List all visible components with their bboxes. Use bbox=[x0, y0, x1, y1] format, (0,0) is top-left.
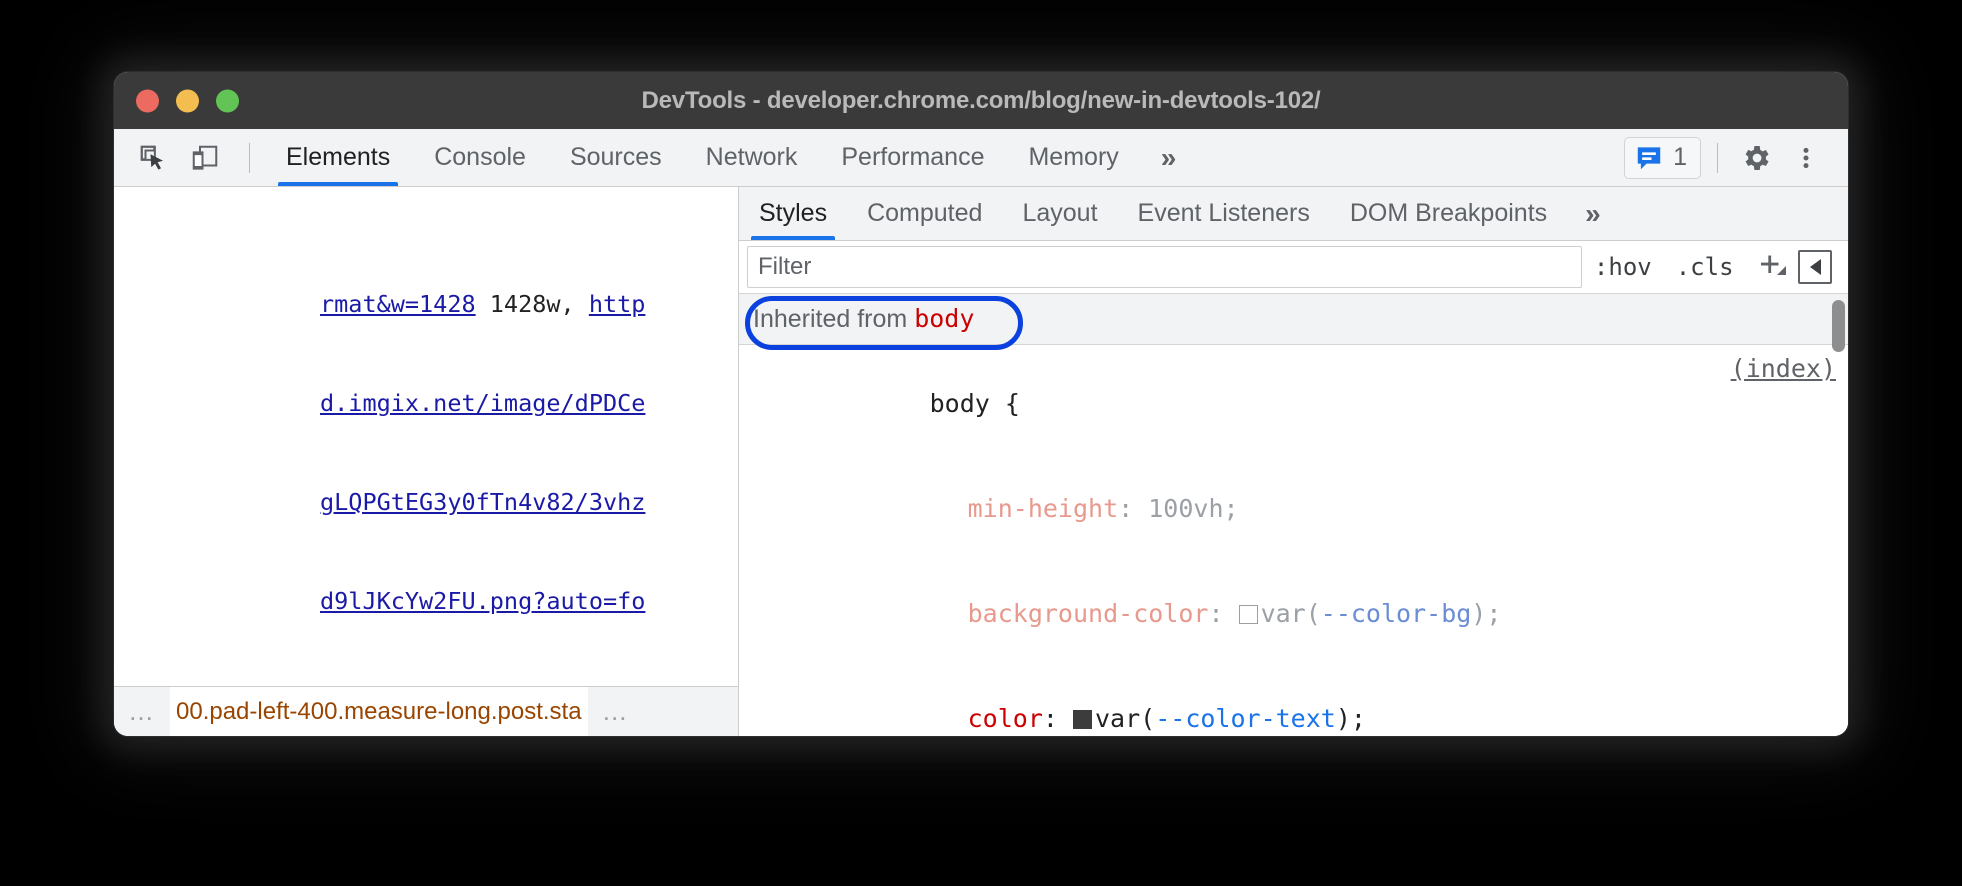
tab-computed[interactable]: Computed bbox=[847, 187, 1002, 240]
tab-styles[interactable]: Styles bbox=[739, 187, 847, 240]
tab-sources[interactable]: Sources bbox=[548, 129, 684, 186]
css-property-name[interactable]: min-height bbox=[968, 494, 1119, 523]
styles-filter-bar: :hov .cls + bbox=[739, 241, 1848, 294]
css-declaration-min-height[interactable]: min-height: 100vh; bbox=[739, 456, 1848, 561]
styles-filter-input[interactable] bbox=[747, 246, 1582, 288]
dom-tree[interactable]: rmat&w=1428 1428w, http d.imgix.net/imag… bbox=[114, 187, 738, 686]
tab-layout[interactable]: Layout bbox=[1002, 187, 1117, 240]
dom-text: http bbox=[589, 288, 646, 321]
minimize-window-button[interactable] bbox=[176, 89, 199, 112]
device-toolbar-icon[interactable] bbox=[183, 136, 227, 180]
styles-sidebar-pane: Styles Computed Layout Event Listeners D… bbox=[738, 187, 1848, 736]
tab-styles-label: Styles bbox=[759, 199, 827, 228]
traffic-lights bbox=[136, 89, 239, 112]
tab-console[interactable]: Console bbox=[412, 129, 548, 186]
styles-scrollbar[interactable] bbox=[1832, 300, 1845, 352]
dom-text: rmat&w=1428 bbox=[320, 288, 476, 321]
tab-network-label: Network bbox=[706, 143, 798, 172]
dom-text: gLQPGtEG3y0fTn4v82/3vhz bbox=[320, 486, 645, 519]
tab-console-label: Console bbox=[434, 143, 526, 172]
dock-to-side-icon[interactable] bbox=[1798, 250, 1832, 284]
tab-dom-breakpoints[interactable]: DOM Breakpoints bbox=[1330, 187, 1567, 240]
more-styles-tabs-chevron-icon[interactable]: » bbox=[1567, 187, 1619, 240]
inherited-from-body-section: Inherited from body bbox=[739, 294, 1848, 345]
message-bubble-icon bbox=[1634, 143, 1664, 173]
panel-tab-list: Elements Console Sources Network Perform… bbox=[264, 129, 1196, 186]
devtools-window: DevTools - developer.chrome.com/blog/new… bbox=[114, 72, 1848, 736]
inherited-element-name: body bbox=[914, 304, 974, 333]
kebab-menu-icon[interactable] bbox=[1784, 136, 1828, 180]
css-variable-name[interactable]: --color-text bbox=[1155, 704, 1336, 733]
breadcrumb-overflow-right[interactable]: … bbox=[588, 696, 644, 727]
dom-tree-pane: rmat&w=1428 1428w, http d.imgix.net/imag… bbox=[114, 187, 738, 736]
element-classes-button[interactable]: .cls bbox=[1664, 253, 1746, 281]
tab-event-listeners-label: Event Listeners bbox=[1138, 199, 1310, 228]
css-property-value[interactable]: 100vh; bbox=[1148, 494, 1238, 523]
css-rules-list[interactable]: Inherited from body (index) body { min-h… bbox=[739, 294, 1848, 736]
css-property-name[interactable]: color bbox=[968, 704, 1043, 733]
hover-state-button[interactable]: :hov bbox=[1582, 253, 1664, 281]
css-rule-body[interactable]: (index) body { min-height: 100vh; backgr… bbox=[739, 345, 1848, 736]
stylesheet-source-link[interactable]: (index) bbox=[1731, 351, 1836, 386]
tab-dom-breakpoints-label: DOM Breakpoints bbox=[1350, 199, 1547, 228]
css-variable-name[interactable]: --color-bg bbox=[1321, 599, 1472, 628]
window-titlebar: DevTools - developer.chrome.com/blog/new… bbox=[114, 72, 1848, 129]
tab-memory[interactable]: Memory bbox=[1006, 129, 1140, 186]
plus-icon: + bbox=[1760, 244, 1780, 284]
css-selector: body { bbox=[930, 389, 1020, 418]
tab-sources-label: Sources bbox=[570, 143, 662, 172]
plus-dropdown-caret-icon[interactable] bbox=[1777, 266, 1786, 275]
dom-attr-line: d9lJKcYw2FU.png?auto=fo bbox=[114, 585, 738, 618]
tab-performance-label: Performance bbox=[841, 143, 984, 172]
css-declaration-color[interactable]: color: var(--color-text); bbox=[739, 666, 1848, 736]
dom-breadcrumb[interactable]: … 00.pad-left-400.measure-long.post.sta … bbox=[114, 686, 738, 736]
dock-caret-icon bbox=[1810, 259, 1821, 275]
breadcrumb-crumb[interactable]: 00.pad-left-400.measure-long.post.sta bbox=[170, 687, 588, 736]
dom-text: width= bbox=[518, 684, 603, 686]
inherited-prefix: Inherited from bbox=[753, 305, 914, 333]
dom-text: w=1600 bbox=[320, 684, 405, 686]
dom-text: "80 bbox=[603, 684, 645, 686]
toolbar-right-icons: 1 bbox=[1624, 129, 1848, 186]
breadcrumb-overflow-left[interactable]: … bbox=[114, 696, 170, 727]
color-swatch-icon[interactable] bbox=[1239, 605, 1258, 624]
toolbar-right-divider bbox=[1717, 143, 1718, 173]
close-window-button[interactable] bbox=[136, 89, 159, 112]
toolbar-divider bbox=[249, 143, 250, 173]
styles-tab-list: Styles Computed Layout Event Listeners D… bbox=[739, 187, 1848, 241]
dom-attr-line: w=1600 1600w" width="80 bbox=[114, 684, 738, 686]
dom-attr-line: rmat&w=1428 1428w, http bbox=[114, 288, 738, 321]
dom-text: 1600w" bbox=[405, 684, 518, 686]
console-message-count: 1 bbox=[1673, 143, 1687, 172]
tab-computed-label: Computed bbox=[867, 199, 982, 228]
tab-elements-label: Elements bbox=[286, 143, 390, 172]
maximize-window-button[interactable] bbox=[216, 89, 239, 112]
dom-text: 1428w, bbox=[476, 288, 589, 321]
color-swatch-icon[interactable] bbox=[1073, 710, 1092, 729]
tab-layout-label: Layout bbox=[1022, 199, 1097, 228]
gear-icon[interactable] bbox=[1734, 136, 1778, 180]
tab-elements[interactable]: Elements bbox=[264, 129, 412, 186]
tab-event-listeners[interactable]: Event Listeners bbox=[1118, 187, 1330, 240]
toolbar-left-icons bbox=[114, 129, 264, 186]
inherited-from-body-header: Inherited from body bbox=[739, 294, 1848, 345]
tab-network[interactable]: Network bbox=[684, 129, 820, 186]
dom-attr-line: d.imgix.net/image/dPDCe bbox=[114, 387, 738, 420]
css-declaration-background-color[interactable]: background-color: var(--color-bg); bbox=[739, 561, 1848, 666]
console-message-badge[interactable]: 1 bbox=[1624, 137, 1701, 179]
css-selector-line[interactable]: body { bbox=[739, 351, 1848, 456]
devtools-content: rmat&w=1428 1428w, http d.imgix.net/imag… bbox=[114, 187, 1848, 736]
dom-text: d.imgix.net/image/dPDCe bbox=[320, 387, 645, 420]
tab-memory-label: Memory bbox=[1028, 143, 1118, 172]
window-title: DevTools - developer.chrome.com/blog/new… bbox=[114, 87, 1848, 115]
dom-attr-line: gLQPGtEG3y0fTn4v82/3vhz bbox=[114, 486, 738, 519]
tab-performance[interactable]: Performance bbox=[819, 129, 1006, 186]
new-style-rule-button[interactable]: + bbox=[1746, 253, 1788, 281]
devtools-toolbar: Elements Console Sources Network Perform… bbox=[114, 129, 1848, 187]
dom-text: d9lJKcYw2FU.png?auto=fo bbox=[320, 585, 645, 618]
inspect-cursor-icon[interactable] bbox=[131, 136, 175, 180]
css-property-name[interactable]: background-color bbox=[968, 599, 1209, 628]
more-panels-chevron-icon[interactable]: » bbox=[1141, 129, 1197, 186]
